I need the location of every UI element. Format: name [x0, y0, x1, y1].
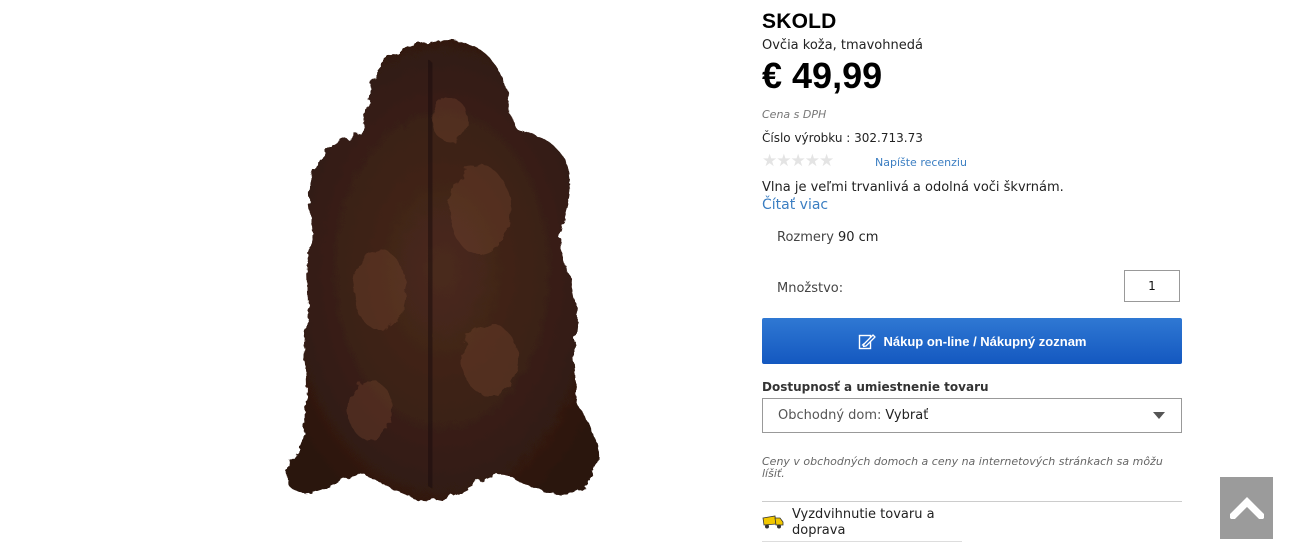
store-select[interactable]: Obchodný dom: Vybrať [762, 398, 1182, 433]
product-price: € 49,99 [762, 55, 883, 96]
price-note: Ceny v obchodných domoch a ceny na inter… [762, 455, 1163, 480]
quantity-input[interactable] [1124, 270, 1180, 302]
product-page: SKOLD Ovčia koža, tmavohnedá € 49,99 Cen… [0, 0, 1315, 550]
availability-heading: Dostupnosť a umiestnenie tovaru [762, 380, 989, 394]
quantity-label: Množstvo: [777, 281, 844, 296]
divider [762, 501, 1182, 502]
truck-icon [762, 514, 784, 533]
scroll-to-top-button[interactable] [1220, 477, 1273, 539]
chevron-up-icon [1227, 495, 1266, 522]
product-image [280, 30, 610, 510]
divider [762, 541, 962, 542]
store-select-label: Obchodný dom: [778, 408, 882, 423]
sheepskin-rug [285, 40, 599, 501]
write-review-link[interactable]: Napíšte recenziu [875, 156, 967, 169]
edit-list-icon [858, 332, 876, 350]
size-value: 90 cm [837, 230, 879, 245]
read-more-link[interactable]: Čítať viac [762, 197, 828, 213]
product-name: SKOLD [762, 10, 837, 33]
vat-note: Cena s DPH [762, 108, 827, 121]
buy-online-button[interactable]: Nákup on-line / Nákupný zoznam [762, 318, 1182, 364]
article-number: Číslo výrobku : 302.713.73 [762, 131, 923, 145]
buy-online-label: Nákup on-line / Nákupný zoznam [883, 333, 1087, 349]
size-label: Rozmery [777, 230, 834, 245]
size-row: Rozmery 90 cm [777, 230, 878, 245]
store-select-value: Vybrať [885, 408, 929, 423]
chevron-down-icon [1153, 412, 1165, 419]
feature-text: Vlna je veľmi trvanlivá a odolná voči šk… [762, 180, 1064, 195]
rating-stars[interactable]: ★★★★★ [762, 151, 834, 171]
delivery-link[interactable]: Vyzdvihnutie tovaru a doprava [792, 507, 962, 539]
product-description: Ovčia koža, tmavohnedá [762, 38, 923, 53]
